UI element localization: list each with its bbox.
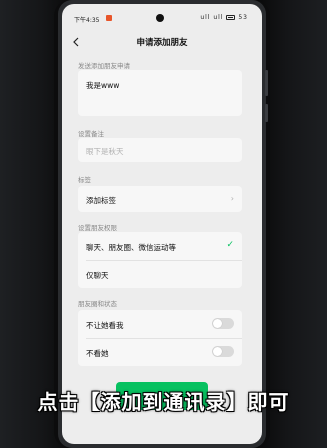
permission-option-chat-only[interactable]: 仅聊天: [78, 260, 242, 288]
nav-bar: 申请添加朋友: [62, 30, 262, 52]
request-message-label: 发送添加朋友申请: [78, 62, 130, 70]
permission-option-label: 聊天、朋友圈、微信运动等: [86, 243, 176, 252]
remark-label: 设置备注: [78, 130, 104, 138]
remark-placeholder: 眼下是秋天: [86, 147, 124, 156]
moments-label: 朋友圈和状态: [78, 300, 117, 308]
notification-app-icon: [106, 15, 112, 21]
permission-option-all[interactable]: 聊天、朋友圈、微信运动等 ✓: [78, 232, 242, 260]
request-message-text: 我是www: [86, 81, 120, 90]
add-tag-label: 添加标签: [86, 196, 116, 205]
permission-option-label: 仅聊天: [86, 271, 109, 280]
moments-row-hide-me: 不让她看我: [78, 310, 242, 338]
status-bar: 下午4:35 ull ull 53: [62, 4, 262, 24]
permissions-card: 聊天、朋友圈、微信运动等 ✓ 仅聊天: [78, 232, 242, 288]
status-icons: ull ull 53: [158, 14, 258, 21]
battery-level: 53: [238, 14, 248, 21]
battery-icon: [226, 15, 236, 20]
hide-her-toggle[interactable]: [212, 346, 234, 357]
status-time: 下午4:35: [74, 17, 100, 24]
chevron-right-icon: ›: [230, 194, 234, 203]
checkmark-icon: ✓: [226, 240, 234, 250]
signal-icon: ull ull: [200, 14, 224, 21]
volume-button: [265, 70, 268, 96]
moments-row-hide-her: 不看她: [78, 338, 242, 366]
add-tag-row[interactable]: 添加标签 ›: [78, 186, 242, 212]
hide-me-toggle[interactable]: [212, 318, 234, 329]
power-button: [265, 104, 268, 122]
video-caption: 点击【添加到通讯录】即可: [37, 390, 290, 414]
tags-label: 标签: [78, 176, 91, 184]
toggle-knob: [213, 347, 222, 356]
moments-toggle-label: 不看她: [86, 349, 109, 358]
moments-card: 不让她看我 不看她: [78, 310, 242, 366]
page-title: 申请添加朋友: [136, 38, 188, 48]
permissions-label: 设置朋友权限: [78, 224, 117, 232]
remark-input[interactable]: 眼下是秋天: [78, 138, 242, 162]
request-message-input[interactable]: 我是www: [78, 70, 242, 116]
moments-toggle-label: 不让她看我: [86, 321, 124, 330]
phone-screen: 下午4:35 ull ull 53 申请添加朋友 发送添加朋友申请 我是www …: [62, 4, 262, 444]
toggle-knob: [213, 319, 222, 328]
